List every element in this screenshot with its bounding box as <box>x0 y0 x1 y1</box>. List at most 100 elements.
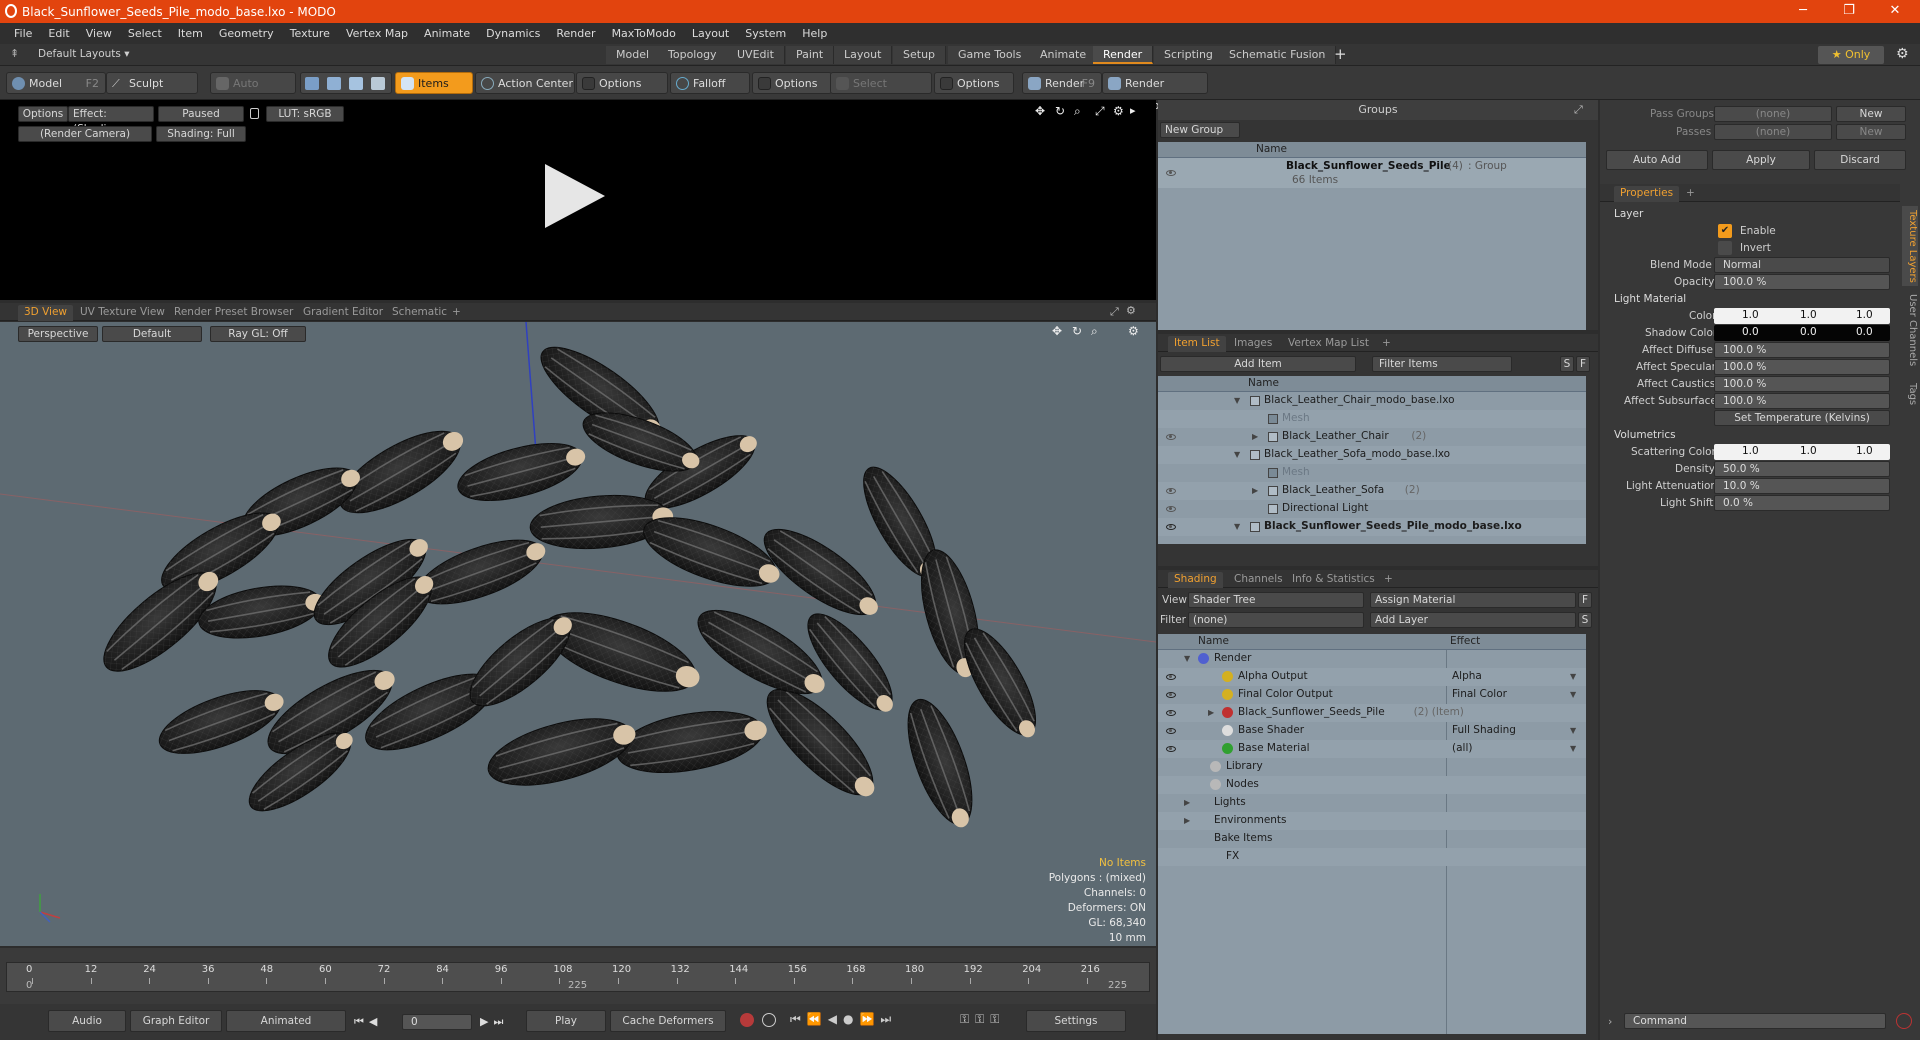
add-tab-button[interactable]: + <box>1376 336 1397 352</box>
timeline[interactable]: 0 12 24 36 48 60 72 84 96 108 120 132 144 156 168 180 19… <box>0 948 1156 1004</box>
discard-button[interactable]: Discard <box>1814 150 1906 170</box>
eye-icon[interactable] <box>1166 506 1176 512</box>
expand-arrow-icon[interactable]: ▶ <box>1208 708 1214 717</box>
groups-list[interactable]: Name Black_Sunflower_Seeds_Pile (4) : Gr… <box>1158 142 1586 330</box>
animated-dropdown[interactable]: Animated <box>226 1010 346 1032</box>
menu-edit[interactable]: Edit <box>48 27 69 40</box>
play-button[interactable]: Play <box>526 1010 606 1032</box>
filter-items-field[interactable]: Filter Items <box>1372 356 1512 372</box>
affect-subsurface-field[interactable]: 100.0 % <box>1714 393 1890 409</box>
expand-icon[interactable]: ⤢ <box>1110 305 1119 319</box>
tab-schematic-fusion[interactable]: Schematic Fusion <box>1219 46 1337 64</box>
eye-icon[interactable] <box>1166 488 1176 494</box>
list-item[interactable]: Directional Light <box>1158 500 1586 518</box>
tab-animate[interactable]: Animate <box>1030 46 1098 64</box>
eye-icon[interactable] <box>1166 692 1176 698</box>
gear-icon[interactable]: ⚙ <box>1126 304 1136 317</box>
tab-properties[interactable]: Properties <box>1614 186 1680 202</box>
list-item[interactable]: Mesh <box>1158 410 1586 428</box>
cache-deformers-button[interactable]: Cache Deformers <box>610 1010 726 1032</box>
effect-dropdown-icon[interactable]: ▼ <box>1570 744 1576 753</box>
gear-icon[interactable]: ⚙ <box>1896 46 1909 62</box>
polygon-mode-icon[interactable] <box>349 77 363 90</box>
skip-back-icons[interactable]: ⏮◀ <box>354 1015 382 1029</box>
layout-arrow-icon[interactable]: ⇞ <box>10 47 19 60</box>
volumetrics-section[interactable]: Volumetrics <box>1614 429 1676 441</box>
minimize-button[interactable]: ─ <box>1780 0 1826 23</box>
key-icon[interactable] <box>762 1013 776 1027</box>
paused-button[interactable]: Paused <box>158 106 244 122</box>
light-material-section[interactable]: Light Material <box>1614 293 1686 305</box>
tab-item-list[interactable]: Item List <box>1168 336 1226 352</box>
expand-arrow-icon[interactable]: ▸ <box>1130 104 1136 117</box>
audio-button[interactable]: Audio <box>48 1010 126 1032</box>
settings-button[interactable]: Settings <box>1026 1010 1126 1032</box>
new-group-button[interactable]: New Group <box>1160 122 1240 138</box>
expand-arrow-icon[interactable]: ▼ <box>1234 522 1240 531</box>
list-item[interactable]: ▶ Black_Leather_Chair (2) <box>1158 428 1586 446</box>
view-dropdown[interactable]: Shader Tree <box>1188 592 1364 608</box>
color-field[interactable]: 1.0 1.0 1.0 <box>1714 308 1890 324</box>
new-pass-group-button[interactable]: New <box>1836 106 1906 122</box>
stop-icon[interactable] <box>1896 1013 1912 1029</box>
shader-tree-row[interactable]: ▼ Render <box>1158 650 1586 668</box>
effect-value[interactable]: (all) <box>1452 742 1472 754</box>
shader-tree-row[interactable]: Bake Items <box>1158 830 1586 848</box>
menu-file[interactable]: File <box>14 27 32 40</box>
tab-setup[interactable]: Setup <box>893 46 947 64</box>
refresh-icon[interactable]: ↻ <box>1055 104 1065 118</box>
raygl-dropdown[interactable]: Ray GL: Off <box>210 326 306 342</box>
expand-arrow-icon[interactable]: ▼ <box>1184 654 1190 663</box>
menu-texture[interactable]: Texture <box>290 27 330 40</box>
tab-images[interactable]: Images <box>1228 336 1278 352</box>
add-tab-button[interactable]: + <box>1680 186 1701 202</box>
menu-system[interactable]: System <box>745 27 786 40</box>
tab-channels[interactable]: Channels <box>1228 572 1289 588</box>
add-layout-tab-button[interactable]: + <box>1334 45 1347 63</box>
vertex-mode-icon[interactable] <box>305 77 319 90</box>
shader-tree-row[interactable]: ▶ Lights <box>1158 794 1586 812</box>
render-options-button[interactable]: Options <box>18 106 68 122</box>
list-item[interactable]: Mesh <box>1158 464 1586 482</box>
list-item[interactable]: ▼ Black_Leather_Sofa_modo_base.lxo <box>1158 446 1586 464</box>
menu-dynamics[interactable]: Dynamics <box>486 27 540 40</box>
effect-dropdown-icon[interactable]: ▼ <box>1570 690 1576 699</box>
shadow-color-field[interactable]: 0.0 0.0 0.0 <box>1714 325 1890 341</box>
close-button[interactable]: ✕ <box>1872 0 1918 23</box>
rotate-icon[interactable]: ↻ <box>1072 324 1082 338</box>
effect-value[interactable]: Full Shading <box>1452 724 1516 736</box>
default-layouts-dropdown[interactable]: Default Layouts ▾ <box>38 48 129 60</box>
filter-dropdown[interactable]: (none) <box>1188 612 1364 628</box>
zoom-icon[interactable]: ⌕ <box>1074 104 1081 119</box>
new-pass-button[interactable]: New <box>1836 124 1906 140</box>
shader-tree-row[interactable]: FX <box>1158 848 1586 866</box>
scattering-color-field[interactable]: 1.0 1.0 1.0 <box>1714 444 1890 460</box>
shader-tree-row[interactable]: Final Color Output Final Color ▼ <box>1158 686 1586 704</box>
only-button[interactable]: ★ Only <box>1818 46 1884 64</box>
add-viewport-tab-button[interactable]: + <box>446 305 467 321</box>
density-field[interactable]: 50.0 % <box>1714 461 1890 477</box>
tab-render-preset-browser[interactable]: Render Preset Browser <box>168 305 299 321</box>
tab-shading[interactable]: Shading <box>1168 572 1223 588</box>
effect-value[interactable]: Alpha <box>1452 670 1482 682</box>
eye-icon[interactable] <box>1166 746 1176 752</box>
eye-icon[interactable] <box>1166 524 1176 530</box>
action-center-options-button[interactable]: Options <box>576 72 668 94</box>
graph-editor-button[interactable]: Graph Editor <box>130 1010 222 1032</box>
tab-render[interactable]: Render <box>1093 46 1154 64</box>
shading-dropdown[interactable]: Shading: Full <box>156 126 246 142</box>
passes-dropdown[interactable]: (none) <box>1714 124 1832 140</box>
material-mode-icon[interactable] <box>371 77 385 90</box>
tab-tags[interactable]: Tags <box>1902 374 1918 414</box>
shader-tree-row[interactable]: Library <box>1158 758 1586 776</box>
auto-select-button[interactable]: Auto Select <box>210 72 296 112</box>
affect-caustics-field[interactable]: 100.0 % <box>1714 376 1890 392</box>
layer-section[interactable]: Layer <box>1614 208 1643 220</box>
affect-specular-field[interactable]: 100.0 % <box>1714 359 1890 375</box>
record-icon[interactable] <box>740 1013 754 1027</box>
light-shift-field[interactable]: 0.0 % <box>1714 495 1890 511</box>
tab-3d-view[interactable]: 3D View <box>18 305 74 321</box>
expand-arrow-icon[interactable]: ▼ <box>1234 450 1240 459</box>
tab-paint[interactable]: Paint <box>786 46 835 64</box>
item-list-tree[interactable]: Name ▼ Black_Leather_Chair_modo_base.lxo M… <box>1158 376 1586 544</box>
